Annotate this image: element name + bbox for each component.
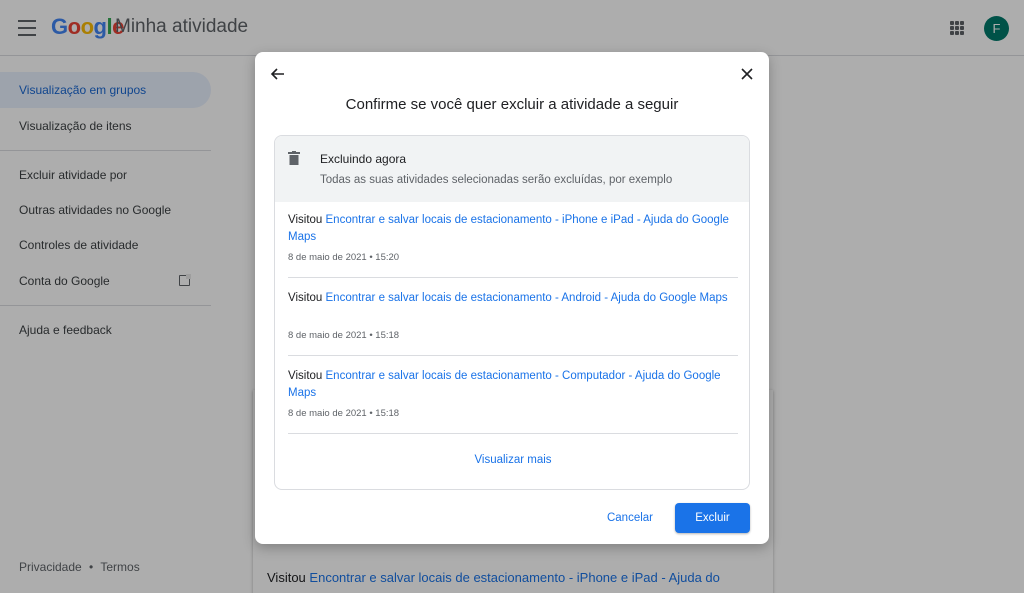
delete-confirm-dialog: Confirme se você quer excluir a atividad…	[255, 52, 769, 544]
entry-date: 8 de maio de 2021 • 15:20	[288, 252, 400, 263]
entry-divider	[288, 277, 738, 278]
list-item: Visitou Encontrar e salvar locais de est…	[288, 212, 738, 278]
back-arrow-icon[interactable]	[269, 66, 285, 82]
activity-list: Excluindo agora Todas as suas atividades…	[274, 135, 750, 490]
close-icon[interactable]	[739, 66, 755, 82]
entry-divider	[288, 355, 738, 356]
entry-divider	[288, 433, 738, 434]
entry-link[interactable]: Encontrar e salvar locais de estacioname…	[288, 370, 721, 399]
list-item: Visitou Encontrar e salvar locais de est…	[288, 290, 738, 356]
list-item: Visitou Encontrar e salvar locais de est…	[288, 368, 738, 434]
delete-button[interactable]: Excluir	[675, 503, 750, 533]
dialog-title: Confirme se você quer excluir a atividad…	[345, 96, 679, 113]
deleting-subtitle: Todas as suas atividades selecionadas se…	[320, 174, 673, 186]
deleting-header: Excluindo agora Todas as suas atividades…	[275, 136, 749, 202]
entry-verb: Visitou	[288, 370, 323, 382]
cancel-button[interactable]: Cancelar	[597, 503, 663, 533]
entry-verb: Visitou	[288, 214, 323, 226]
view-more-link[interactable]: Visualizar mais	[275, 454, 749, 466]
entry-date: 8 de maio de 2021 • 15:18	[288, 408, 400, 419]
entry-link[interactable]: Encontrar e salvar locais de estacioname…	[288, 214, 729, 243]
entry-date: 8 de maio de 2021 • 15:18	[288, 330, 400, 341]
trash-icon	[288, 151, 300, 165]
entry-verb: Visitou	[288, 292, 323, 304]
entry-link[interactable]: Encontrar e salvar locais de estacioname…	[326, 292, 728, 304]
deleting-title: Excluindo agora	[320, 152, 407, 166]
